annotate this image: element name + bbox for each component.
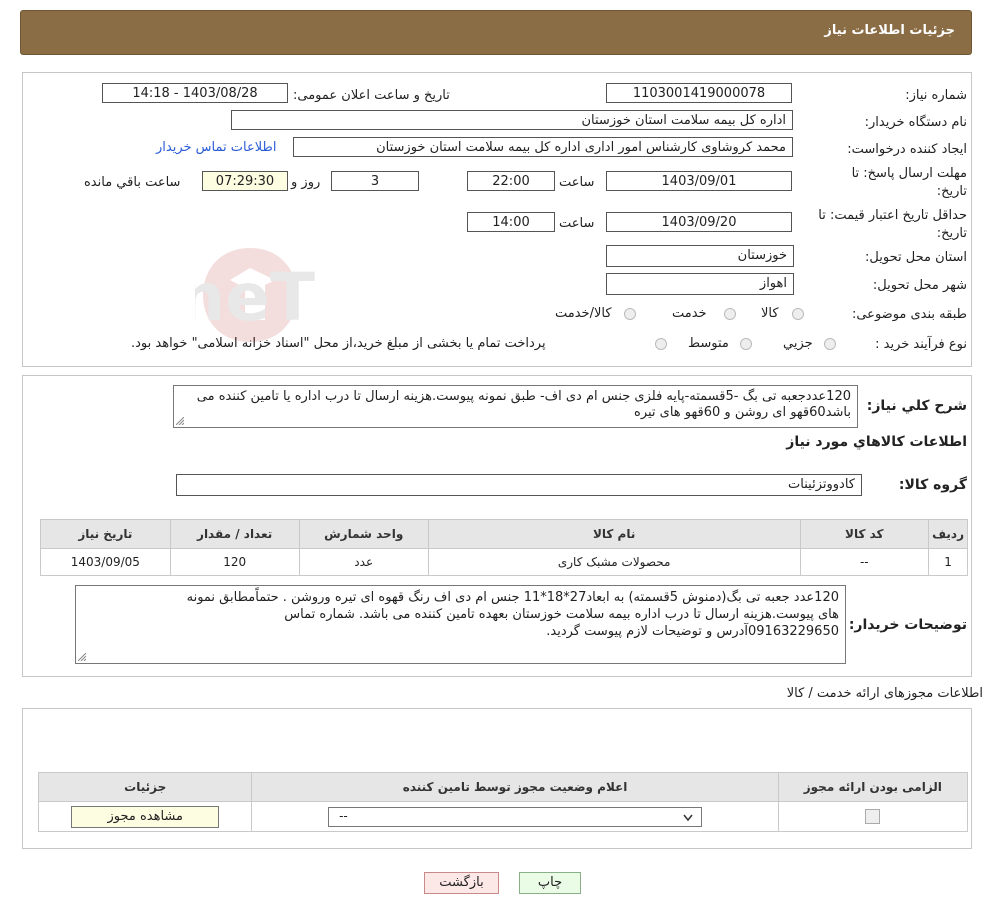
page-header: جزئیات اطلاعات نیاز xyxy=(20,10,972,55)
page-title: جزئیات اطلاعات نیاز xyxy=(824,23,955,38)
process-label: نوع فرآیند خرید : xyxy=(875,337,967,352)
days-label: روز و xyxy=(291,175,321,190)
deadline-time-label: ساعت xyxy=(559,175,595,190)
goods-group-label: گروه کالا: xyxy=(898,477,967,493)
resize-handle-icon xyxy=(176,417,184,425)
validity-date-field: 1403/09/20 xyxy=(606,212,792,232)
contact-buyer-link[interactable]: اطلاعات تماس خریدار xyxy=(156,140,276,155)
validity-label: حداقل تاریخ اعتبار قیمت: تا xyxy=(818,208,967,223)
buyer-notes-label: توضیحات خریدار: xyxy=(848,617,967,633)
col-license-details: جزئیات xyxy=(37,772,253,802)
need-number-field: 1103001419000078 xyxy=(606,83,792,103)
category-radio-goods-service[interactable] xyxy=(624,308,636,320)
buyer-label: نام دستگاه خریدار: xyxy=(864,115,967,130)
col-name: نام کالا xyxy=(427,519,801,549)
buyer-field: اداره کل بیمه سلامت استان خوزستان xyxy=(231,110,793,130)
remaining-time-field: 07:29:30 xyxy=(202,171,288,191)
process-option-minor: جزیي xyxy=(783,336,813,351)
city-label: شهر محل تحویل: xyxy=(872,278,967,293)
deadline-time-field: 22:00 xyxy=(467,171,555,191)
category-option-goods: کالا xyxy=(761,306,779,321)
view-license-button[interactable]: مشاهده مجوز xyxy=(71,805,220,828)
buyer-notes-textarea[interactable]: 120عدد جعبه تی بگ(دمنوش 5قسمته) به ابعاد… xyxy=(75,585,846,664)
license-status-select[interactable]: -- xyxy=(328,806,703,827)
col-license-status: اعلام وضعیت مجوز توسط تامین کننده xyxy=(251,772,779,802)
back-button[interactable]: بازگشت xyxy=(424,872,499,894)
goods-section-title: اطلاعات کالاهاي مورد نياز xyxy=(786,434,967,450)
process-radio-treasury[interactable] xyxy=(655,338,667,350)
table-row: -- مشاهده مجوز xyxy=(37,801,969,832)
days-remaining-field: 3 xyxy=(331,171,419,191)
process-radio-minor[interactable] xyxy=(824,338,836,350)
creator-field: محمد کروشاوی کارشناس امور اداری اداره کل… xyxy=(293,137,793,157)
resize-handle-icon xyxy=(78,653,86,661)
province-field: خوزستان xyxy=(606,245,794,267)
goods-group-field: کادووتزئینات xyxy=(176,474,862,496)
deadline-date-field: 1403/09/01 xyxy=(606,171,792,191)
licenses-section-title: اطلاعات مجوزهای ارائه خدمت / کالا xyxy=(786,686,983,701)
cell-row: 1 xyxy=(928,548,968,576)
announce-field: 1403/08/28 - 14:18 xyxy=(102,83,288,103)
deadline-label: مهلت ارسال پاسخ: تا xyxy=(851,166,967,181)
validity-label-date: تاریخ: xyxy=(936,226,967,241)
col-license-required: الزامی بودن ارائه مجوز xyxy=(777,772,969,802)
buyer-notes-line-1: 120عدد جعبه تی بگ(دمنوش 5قسمته) به ابعاد… xyxy=(186,590,839,605)
license-status-value: -- xyxy=(339,808,348,823)
print-button[interactable]: چاپ xyxy=(519,872,581,894)
summary-textarea[interactable]: 120عددجعبه تی بگ -5قسمته-پایه فلزی جنس ا… xyxy=(173,385,858,428)
category-radio-goods[interactable] xyxy=(792,308,804,320)
summary-text: 120عددجعبه تی بگ -5قسمته-پایه فلزی جنس ا… xyxy=(196,389,851,420)
goods-table: رديف کد کالا نام کالا واحد شمارش تعداد /… xyxy=(40,519,968,576)
category-radio-service[interactable] xyxy=(724,308,736,320)
col-row: رديف xyxy=(928,519,968,549)
cell-date: 1403/09/05 xyxy=(40,548,171,576)
creator-label: ایجاد کننده درخواست: xyxy=(847,142,967,157)
validity-time-label: ساعت xyxy=(559,216,595,231)
license-required-checkbox xyxy=(865,809,881,824)
buyer-notes-line-3: 09163229650آدرس و توضیحات لازم پیوست گرد… xyxy=(546,624,839,639)
cell-qty: 120 xyxy=(169,548,300,576)
cell-code: -- xyxy=(799,548,930,576)
process-treasury-note: پرداخت تمام یا بخشی از مبلغ خرید،از محل … xyxy=(131,336,546,351)
col-code: کد کالا xyxy=(799,519,930,549)
col-qty: تعداد / مقدار xyxy=(169,519,300,549)
deadline-label-date: تاریخ: xyxy=(936,184,967,199)
category-option-service: خدمت xyxy=(672,306,707,321)
category-label: طبقه بندی موضوعی: xyxy=(851,307,967,322)
cell-name: محصولات مشبک کاری xyxy=(427,548,801,576)
cell-unit: عدد xyxy=(298,548,429,576)
summary-label: شرح کلي نياز: xyxy=(866,398,967,414)
buyer-notes-line-2: های پیوست.هزینه ارسال تا درب اداره بیمه … xyxy=(284,607,839,622)
remaining-time-label: ساعت باقي مانده xyxy=(84,175,181,190)
process-radio-medium[interactable] xyxy=(740,338,752,350)
announce-label: تاریخ و ساعت اعلان عمومی: xyxy=(293,88,450,103)
validity-time-field: 14:00 xyxy=(467,212,555,232)
col-unit: واحد شمارش xyxy=(298,519,429,549)
need-number-label: شماره نیاز: xyxy=(905,88,967,103)
province-label: استان محل تحویل: xyxy=(865,250,967,265)
licenses-table: الزامی بودن ارائه مجوز اعلام وضعیت مجوز … xyxy=(37,772,969,832)
process-option-medium: متوسط xyxy=(688,336,729,351)
chevron-down-icon xyxy=(683,814,693,821)
col-date: تاریخ نیاز xyxy=(40,519,171,549)
category-option-goods-service: کالا/خدمت xyxy=(555,306,612,321)
table-row: 1 -- محصولات مشبک کاری عدد 120 1403/09/0… xyxy=(40,548,968,576)
city-field: اهواز xyxy=(606,273,794,295)
